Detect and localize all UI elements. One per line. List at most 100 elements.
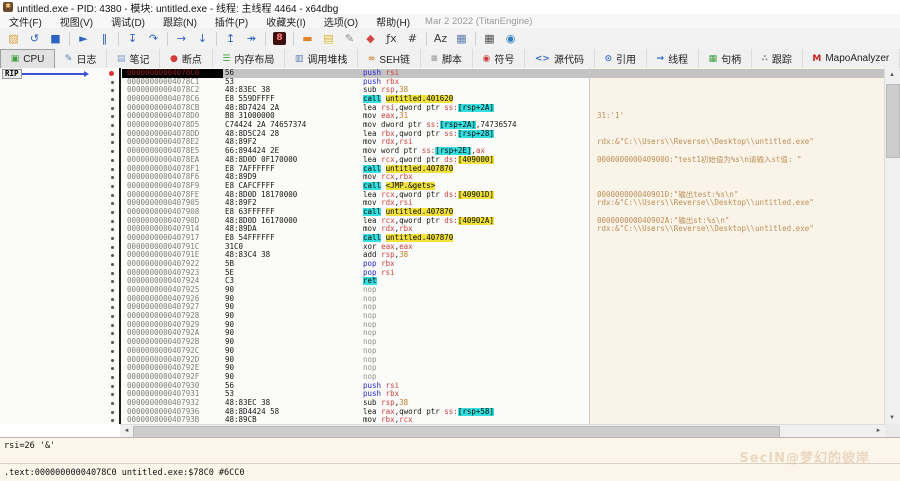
address-cell[interactable]: 0000000000407936 <box>122 408 228 417</box>
close-button[interactable]: ■ <box>46 29 65 48</box>
comment-cell[interactable]: 31:'1' <box>590 112 885 121</box>
instruction-cell[interactable]: sub rsp,38 <box>360 86 592 95</box>
menu-item[interactable]: 插件(P) <box>206 14 257 29</box>
comment-cell[interactable] <box>590 147 885 156</box>
disasm-row[interactable]: 00000000004078FE48:8D0D 18170000lea rcx,… <box>0 191 885 200</box>
address-cell[interactable]: 0000000000407927 <box>122 303 228 312</box>
instruction-cell[interactable]: lea rax,qword ptr ss:[rsp+58] <box>360 408 592 417</box>
disasm-row[interactable]: 000000000040792690nop <box>0 295 885 304</box>
bytes-cell[interactable]: C3 <box>223 277 362 286</box>
tab-log[interactable]: ✎日志 <box>55 49 107 68</box>
comment-cell[interactable] <box>590 277 885 286</box>
instruction-cell[interactable]: lea rbx,qword ptr ss:[rsp+28] <box>360 130 592 139</box>
instruction-cell[interactable]: call untitled.407870 <box>360 165 592 174</box>
address-cell[interactable]: 0000000000407922 <box>122 260 228 269</box>
disasm-row[interactable]: 000000000040793248:83EC 38sub rsp,38 <box>0 399 885 408</box>
address-cell[interactable]: 00000000004078E5 <box>122 147 228 156</box>
bytes-cell[interactable]: 48:8D7424 2A <box>223 104 362 113</box>
tab-references[interactable]: ⊙引用 <box>595 49 647 68</box>
tab-symbols[interactable]: ◉符号 <box>473 49 525 68</box>
gutter-dot[interactable] <box>111 393 114 396</box>
instruction-cell[interactable]: nop <box>360 356 592 365</box>
gutter-dot[interactable] <box>111 324 114 327</box>
instruction-cell[interactable]: nop <box>360 286 592 295</box>
disasm-row[interactable]: 0000000000407908E8 63FFFFFFcall untitled… <box>0 208 885 217</box>
disassembly-view[interactable]: 00000000004078C056push rsi00000000004078… <box>0 68 885 424</box>
comment-cell[interactable] <box>590 373 885 382</box>
disasm-row[interactable]: 000000000040790548:89F2mov rdx,rsirdx:&"… <box>0 199 885 208</box>
comments-button[interactable]: ▤ <box>319 29 338 48</box>
comment-cell[interactable] <box>590 173 885 182</box>
disasm-row[interactable]: 000000000040790D48:8D0D 16170000lea rcx,… <box>0 217 885 226</box>
instruction-cell[interactable]: lea rcx,qword ptr ds:[40902A] <box>360 217 592 226</box>
instruction-cell[interactable]: pop rsi <box>360 269 592 278</box>
gutter-dot[interactable] <box>111 185 114 188</box>
disasm-row[interactable]: 0000000000407924C3ret <box>0 277 885 286</box>
gutter-dot[interactable] <box>111 176 114 179</box>
bytes-cell[interactable]: 48:89DA <box>223 225 362 234</box>
disasm-row[interactable]: 00000000004078CB48:8D7424 2Alea rsi,qwor… <box>0 104 885 113</box>
disasm-row[interactable]: 000000000040793153push rbx <box>0 390 885 399</box>
address-cell[interactable]: 000000000040792F <box>122 373 228 382</box>
comment-cell[interactable] <box>590 390 885 399</box>
bytes-cell[interactable]: 90 <box>223 312 362 321</box>
comment-cell[interactable] <box>590 104 885 113</box>
gutter-dot[interactable] <box>111 81 114 84</box>
comment-cell[interactable]: rdx:&"C:\\Users\\Reverse\\Desktop\\untit… <box>590 225 885 234</box>
gutter-dot[interactable] <box>111 141 114 144</box>
address-cell[interactable]: 00000000004078C1 <box>122 78 228 87</box>
gutter-dot[interactable] <box>111 419 114 422</box>
disasm-row[interactable]: 000000000040793B48:89CBmov rbx,rcx <box>0 416 885 424</box>
disasm-row[interactable]: 00000000004078F9E8 CAFCFFFFcall <JMP.&ge… <box>0 182 885 191</box>
instruction-cell[interactable]: mov word ptr ss:[rsp+2E],ax <box>360 147 592 156</box>
gutter-dot[interactable] <box>111 124 114 127</box>
calculator-button[interactable]: ▦ <box>452 29 471 48</box>
comment-cell[interactable] <box>590 95 885 104</box>
step-into-button[interactable]: ↧ <box>123 29 142 48</box>
disasm-row[interactable]: 00000000004078F648:89D9mov rcx,rbx <box>0 173 885 182</box>
comment-cell[interactable] <box>590 312 885 321</box>
bytes-cell[interactable]: 5B <box>223 260 362 269</box>
instruction-cell[interactable]: nop <box>360 373 592 382</box>
gutter-dot[interactable] <box>111 237 114 240</box>
address-cell[interactable]: 000000000040792C <box>122 347 228 356</box>
bytes-cell[interactable]: 90 <box>223 321 362 330</box>
comment-cell[interactable] <box>590 408 885 417</box>
bytes-cell[interactable]: C74424 2A 74657374 <box>223 121 362 130</box>
scroll-right-arrow-icon[interactable]: ► <box>872 425 885 437</box>
comment-cell[interactable] <box>590 382 885 391</box>
instruction-cell[interactable]: push rbx <box>360 78 592 87</box>
instruction-cell[interactable]: mov eax,31 <box>360 112 592 121</box>
address-cell[interactable]: 000000000040792E <box>122 364 228 373</box>
gutter-dot[interactable] <box>111 402 114 405</box>
bytes-cell[interactable]: 48:83C4 38 <box>223 251 362 260</box>
bytes-cell[interactable]: 90 <box>223 364 362 373</box>
fx-button[interactable]: ƒx <box>382 29 401 48</box>
gutter-dot[interactable] <box>111 315 114 318</box>
comment-cell[interactable] <box>590 78 885 87</box>
disasm-row[interactable]: 00000000004078C6E8 559DFFFFcall untitled… <box>0 95 885 104</box>
gutter-dot[interactable] <box>111 89 114 92</box>
menu-item[interactable]: 文件(F) <box>0 14 51 29</box>
disasm-row[interactable]: 000000000040792590nop <box>0 286 885 295</box>
gutter-dot[interactable] <box>111 332 114 335</box>
address-cell[interactable]: 0000000000407924 <box>122 277 228 286</box>
scroll-down-arrow-icon[interactable]: ▼ <box>885 411 899 424</box>
instruction-cell[interactable]: nop <box>360 347 592 356</box>
bytes-cell[interactable]: 48:8D0D 18170000 <box>223 191 362 200</box>
disasm-row[interactable]: 00000000004078EA48:8D0D 0F170000lea rcx,… <box>0 156 885 165</box>
disasm-row[interactable]: 0000000000407917E8 54FFFFFFcall untitled… <box>0 234 885 243</box>
scroll-up-arrow-icon[interactable]: ▲ <box>885 68 899 81</box>
menu-item[interactable]: 视图(V) <box>51 14 102 29</box>
gutter-dot[interactable] <box>111 211 114 214</box>
gutter-dot[interactable] <box>111 98 114 101</box>
bytes-cell[interactable]: 90 <box>223 338 362 347</box>
address-cell[interactable]: 00000000004078F1 <box>122 165 228 174</box>
address-cell[interactable]: 000000000040790D <box>122 217 228 226</box>
gutter-dot[interactable] <box>111 115 114 118</box>
comment-cell[interactable]: 000000000040901D:"输出test:%s\n" <box>590 191 885 200</box>
gutter-dot[interactable] <box>111 133 114 136</box>
instruction-cell[interactable]: push rsi <box>360 69 592 78</box>
disasm-row[interactable]: 000000000040792D90nop <box>0 356 885 365</box>
bytes-cell[interactable]: 53 <box>223 78 362 87</box>
